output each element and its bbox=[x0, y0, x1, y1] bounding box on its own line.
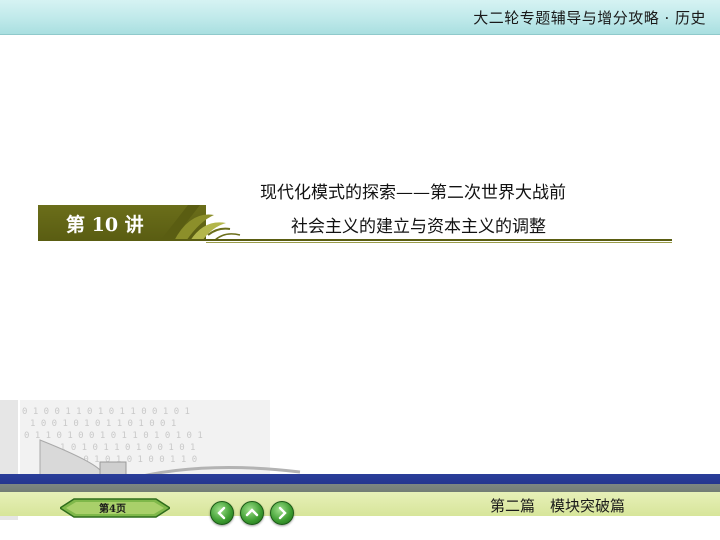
home-button[interactable] bbox=[240, 501, 264, 525]
title-underline bbox=[38, 239, 672, 241]
lesson-decoration-icon bbox=[160, 205, 241, 241]
svg-text:1 0 1 0 1 1 0 1 0 0 1 0 1: 1 0 1 0 1 1 0 1 0 0 1 0 1 bbox=[60, 443, 195, 453]
binary-decoration: 0 1 0 0 1 1 0 1 0 1 1 0 0 1 0 1 1 0 0 1 … bbox=[0, 400, 360, 540]
svg-text:0 1 0 0 1 1 0 1 0 1 1 0 0 1 0: 0 1 0 0 1 1 0 1 0 1 1 0 0 1 0 1 bbox=[22, 407, 190, 417]
arrow-right-icon bbox=[278, 506, 287, 520]
arrow-up-icon bbox=[245, 508, 259, 517]
prev-page-button[interactable] bbox=[210, 501, 234, 525]
svg-text:0 1 1 0 1 0 0 1 0 1 1 0 1 0 1: 0 1 1 0 1 0 0 1 0 1 1 0 1 0 1 0 1 bbox=[24, 431, 203, 441]
header-bar: 大二轮专题辅导与增分攻略 · 历史 bbox=[0, 0, 720, 35]
title-underline-thin bbox=[206, 242, 672, 243]
next-page-button[interactable] bbox=[270, 501, 294, 525]
lesson-title-line-2: 社会主义的建立与资本主义的调整 bbox=[291, 217, 546, 237]
header-title: 大二轮专题辅导与增分攻略 · 历史 bbox=[473, 9, 706, 27]
lesson-tag: 第 10 讲 bbox=[66, 214, 144, 236]
section-label: 第二篇 模块突破篇 bbox=[490, 497, 626, 515]
svg-text:1 0 0 1 0 1 0 1 1 0 1 0 0 1: 1 0 0 1 0 1 0 1 1 0 1 0 0 1 bbox=[30, 419, 176, 429]
page-number: 第4页 bbox=[99, 504, 126, 515]
lesson-title-line-1: 现代化模式的探索——第二次世界大战前 bbox=[260, 183, 566, 203]
arrow-left-icon bbox=[217, 506, 226, 520]
